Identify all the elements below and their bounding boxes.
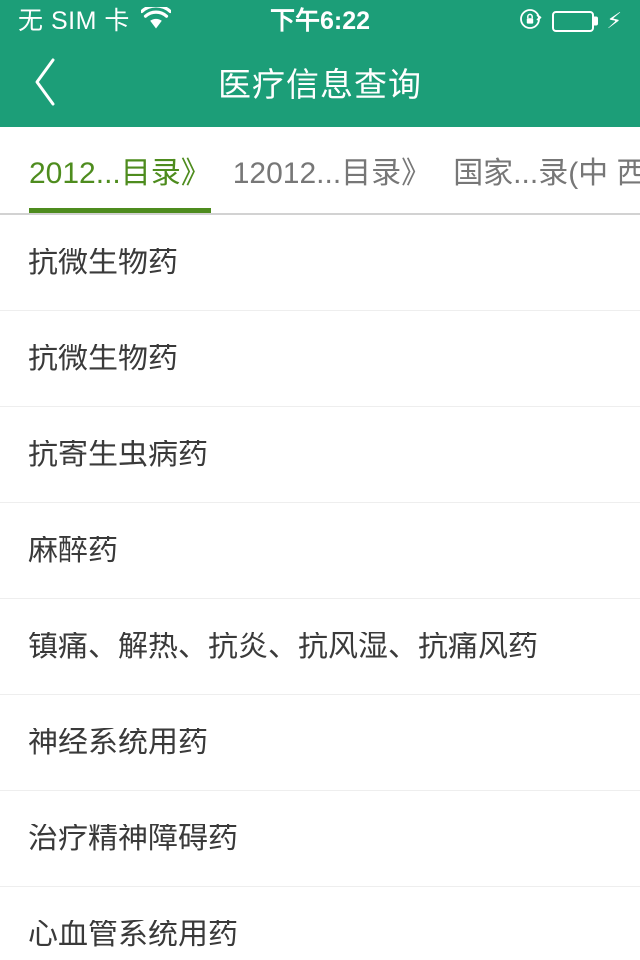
list-item-label: 抗寄生虫病药 bbox=[28, 439, 208, 470]
lightning-bolt-icon: ⚡ bbox=[606, 8, 622, 33]
app-screen: 无 SIM 卡 下午6:22 ⚡ 医疗信息查询 2012...目录》 12012… bbox=[0, 0, 640, 960]
list-item[interactable]: 抗微生物药 bbox=[0, 311, 640, 407]
list-item-label: 心血管系统用药 bbox=[28, 919, 238, 950]
list-item-label: 麻醉药 bbox=[28, 535, 118, 566]
category-list[interactable]: 抗微生物药 抗微生物药 抗寄生虫病药 麻醉药 镇痛、解热、抗炎、抗风湿、抗痛风药… bbox=[0, 215, 640, 960]
list-item[interactable]: 神经系统用药 bbox=[0, 695, 640, 791]
status-bar-right: ⚡ bbox=[519, 7, 622, 36]
tab-catalog-0[interactable]: 2012...目录》 bbox=[18, 127, 222, 213]
list-item-label: 治疗精神障碍药 bbox=[28, 823, 238, 854]
carrier-label: 无 SIM 卡 bbox=[18, 6, 130, 35]
list-item[interactable]: 心血管系统用药 bbox=[0, 887, 640, 960]
list-item-label: 抗微生物药 bbox=[28, 343, 178, 374]
clock-label: 下午6:22 bbox=[269, 6, 371, 35]
status-bar: 无 SIM 卡 下午6:22 ⚡ bbox=[0, 0, 640, 42]
status-bar-left: 无 SIM 卡 bbox=[18, 4, 172, 35]
list-item[interactable]: 治疗精神障碍药 bbox=[0, 791, 640, 887]
list-item[interactable]: 抗微生物药 bbox=[0, 215, 640, 311]
list-item-label: 镇痛、解热、抗炎、抗风湿、抗痛风药 bbox=[28, 631, 538, 662]
list-item[interactable]: 抗寄生虫病药 bbox=[0, 407, 640, 503]
list-item-label: 神经系统用药 bbox=[28, 727, 208, 758]
tab-bar: 2012...目录》 12012...目录》 国家...录(中 西) bbox=[0, 127, 640, 215]
battery-icon bbox=[551, 10, 594, 32]
tab-label: 2012...目录》 bbox=[29, 157, 211, 190]
tab-label: 国家...录(中 西) bbox=[453, 157, 640, 190]
page-title: 医疗信息查询 bbox=[218, 66, 422, 103]
chevron-left-icon bbox=[31, 56, 61, 113]
list-item[interactable]: 麻醉药 bbox=[0, 503, 640, 599]
wifi-icon bbox=[140, 4, 172, 35]
back-button[interactable] bbox=[0, 42, 92, 127]
tab-catalog-2[interactable]: 国家...录(中 西) bbox=[442, 127, 640, 213]
tab-label: 12012...目录》 bbox=[232, 157, 432, 190]
list-item[interactable]: 镇痛、解热、抗炎、抗风湿、抗痛风药 bbox=[0, 599, 640, 695]
nav-bar: 医疗信息查询 bbox=[0, 42, 640, 127]
tab-catalog-1[interactable]: 12012...目录》 bbox=[222, 127, 442, 213]
rotation-lock-icon bbox=[519, 7, 543, 36]
list-item-label: 抗微生物药 bbox=[28, 247, 178, 278]
